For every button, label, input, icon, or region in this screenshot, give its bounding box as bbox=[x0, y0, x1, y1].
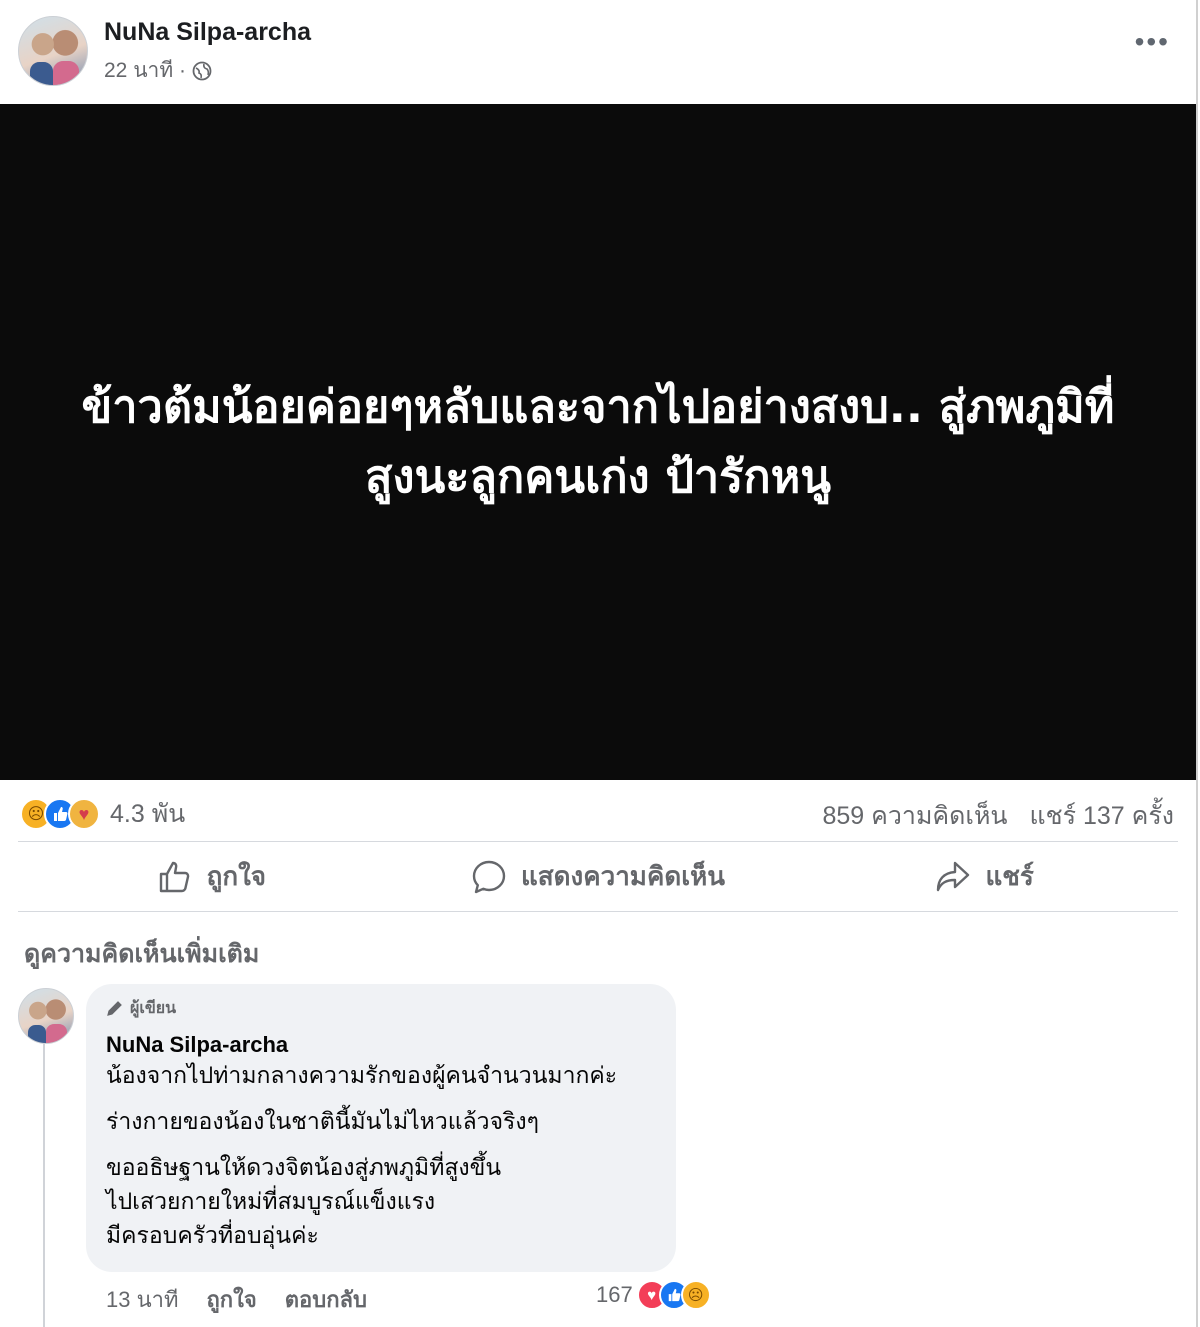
globe-icon bbox=[192, 61, 212, 80]
facebook-post: NuNa Silpa-archa 22 นาที · ••• ข้าวต้มน้… bbox=[0, 0, 1200, 1327]
thumbs-up-icon bbox=[159, 861, 189, 892]
reaction-summary[interactable]: ☹ ♥ 4.3 พัน bbox=[20, 794, 185, 834]
share-count[interactable]: แชร์ 137 ครั้ง bbox=[1030, 796, 1174, 836]
author-badge: ผู้เขียน bbox=[106, 996, 656, 1020]
share-label: แชร์ bbox=[985, 861, 1034, 891]
comment-bubble: ผู้เขียน NuNa Silpa-archa น้องจากไปท่ามก… bbox=[86, 984, 676, 1272]
share-button[interactable]: แชร์ bbox=[791, 842, 1178, 911]
comment-text-line: ขออธิษฐานให้ดวงจิตน้องสู่ภพภูมิที่สูงขึ้… bbox=[106, 1154, 502, 1180]
care-reaction-icon: ♥ bbox=[68, 798, 100, 830]
post-meta: 22 นาที · bbox=[104, 54, 212, 87]
comment-count[interactable]: 859 ความคิดเห็น bbox=[823, 796, 1008, 836]
post-stats: ☹ ♥ 4.3 พัน 859 ความคิดเห็น แชร์ 137 ครั… bbox=[18, 780, 1178, 842]
post-header: NuNa Silpa-archa 22 นาที · ••• bbox=[0, 0, 1196, 104]
comment-text-line: มีครอบครัวที่อบอุ่นค่ะ bbox=[106, 1222, 319, 1248]
post-time[interactable]: 22 นาที · bbox=[104, 54, 186, 87]
comment-text-line: น้องจากไปท่ามกลางความรักของผู้คนจำนวนมาก… bbox=[106, 1062, 618, 1088]
comment-actions: 13 นาที ถูกใจ ตอบกลับ bbox=[106, 1282, 367, 1317]
pencil-icon bbox=[107, 1001, 122, 1016]
like-button[interactable]: ถูกใจ bbox=[18, 842, 405, 911]
comment-like-button[interactable]: ถูกใจ bbox=[206, 1282, 256, 1317]
post-image[interactable]: ข้าวต้มน้อยค่อยๆหลับและจากไปอย่างสงบ.. ส… bbox=[0, 104, 1196, 780]
reaction-count[interactable]: 4.3 พัน bbox=[110, 794, 185, 834]
author-avatar[interactable] bbox=[18, 16, 88, 86]
action-bar: ถูกใจ แสดงความคิดเห็น แชร์ bbox=[18, 842, 1178, 912]
stats-right: 859 ความคิดเห็น แชร์ 137 ครั้ง bbox=[823, 796, 1175, 836]
comment-reactions[interactable]: 167 ♥ ☹ bbox=[596, 1280, 711, 1310]
sad-reaction-icon: ☹ bbox=[680, 1280, 711, 1310]
comment-text-line: ไปเสวยกายใหม่ที่สมบูรณ์แข็งแรง bbox=[106, 1188, 436, 1214]
comment-bubble-icon bbox=[472, 860, 506, 893]
commenter-avatar[interactable] bbox=[18, 988, 74, 1044]
view-more-comments-link[interactable]: ดูความคิดเห็นเพิ่มเติม bbox=[24, 934, 259, 974]
comment-label: แสดงความคิดเห็น bbox=[521, 861, 726, 891]
scrollbar-track bbox=[1196, 0, 1198, 1327]
share-arrow-icon bbox=[937, 861, 970, 891]
comment-thread-line bbox=[43, 1044, 45, 1327]
more-options-icon[interactable]: ••• bbox=[1135, 28, 1170, 56]
like-label: ถูกใจ bbox=[206, 861, 267, 891]
comment-reply-button[interactable]: ตอบกลับ bbox=[285, 1282, 367, 1317]
author-badge-label: ผู้เขียน bbox=[130, 999, 177, 1017]
comment-author[interactable]: NuNa Silpa-archa bbox=[106, 1032, 656, 1058]
post-image-text: ข้าวต้มน้อยค่อยๆหลับและจากไปอย่างสงบ.. ส… bbox=[81, 380, 1115, 503]
comment-time[interactable]: 13 นาที bbox=[106, 1282, 178, 1317]
author-name[interactable]: NuNa Silpa-archa bbox=[104, 18, 311, 47]
comment-text-line: ร่างกายของน้องในชาตินี้มันไม่ไหวแล้วจริง… bbox=[106, 1108, 539, 1134]
comment-reaction-count: 167 bbox=[596, 1282, 633, 1307]
comment-button[interactable]: แสดงความคิดเห็น bbox=[405, 842, 792, 911]
